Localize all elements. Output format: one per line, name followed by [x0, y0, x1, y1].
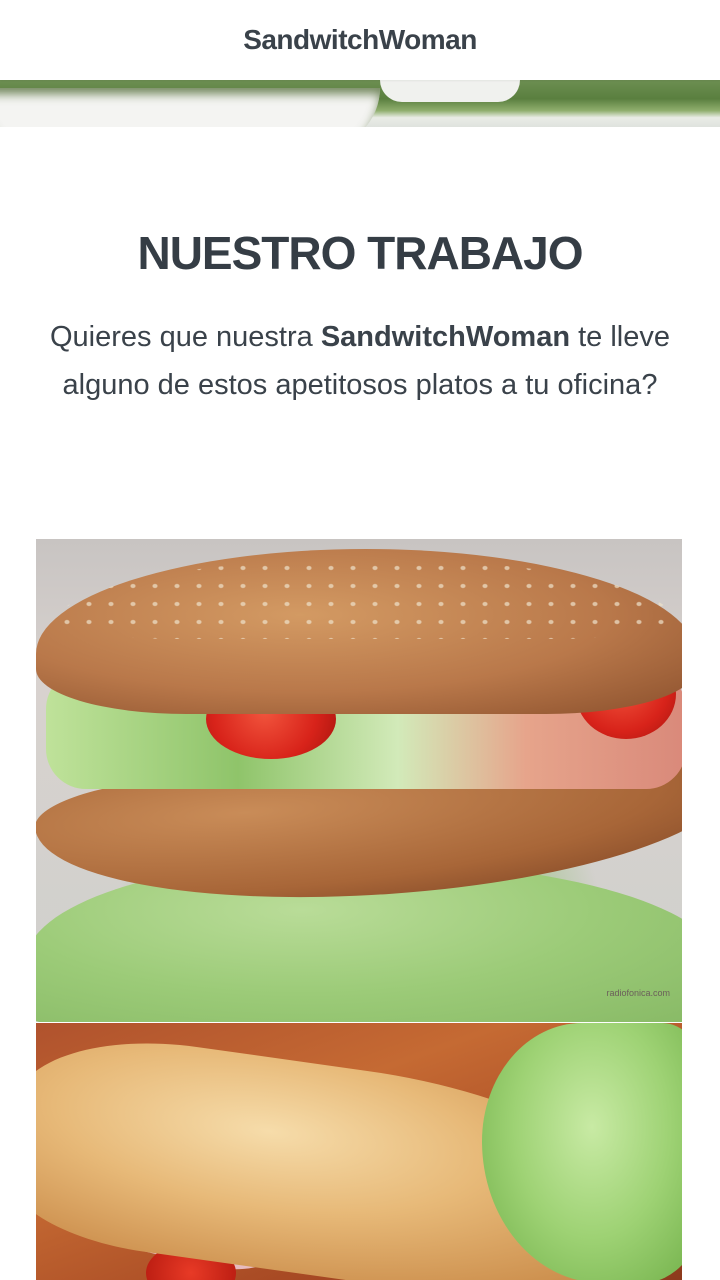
photo-watermark: radiofonica.com: [606, 988, 670, 998]
hero-bowl-shape-2: [380, 80, 520, 102]
gallery-photo-sandwich-1[interactable]: radiofonica.com: [36, 539, 682, 1022]
hero-image: [0, 80, 720, 127]
brand-logo-link[interactable]: SandwitchWoman: [243, 24, 477, 56]
page: SandwitchWoman NUESTRO TRABAJO Quieres q…: [0, 0, 720, 1280]
gallery-photo-sandwich-2[interactable]: [36, 1023, 682, 1280]
hero-bowl-shape: [0, 88, 380, 127]
top-navbar: SandwitchWoman: [0, 0, 720, 80]
photo-seeds-shape: [56, 559, 676, 639]
section-description-start: Quieres que nuestra: [50, 321, 321, 353]
section-description: Quieres que nuestra SandwitchWoman te ll…: [40, 313, 680, 409]
section-title: NUESTRO TRABAJO: [137, 227, 583, 279]
section-description-brand: SandwitchWoman: [320, 321, 571, 353]
